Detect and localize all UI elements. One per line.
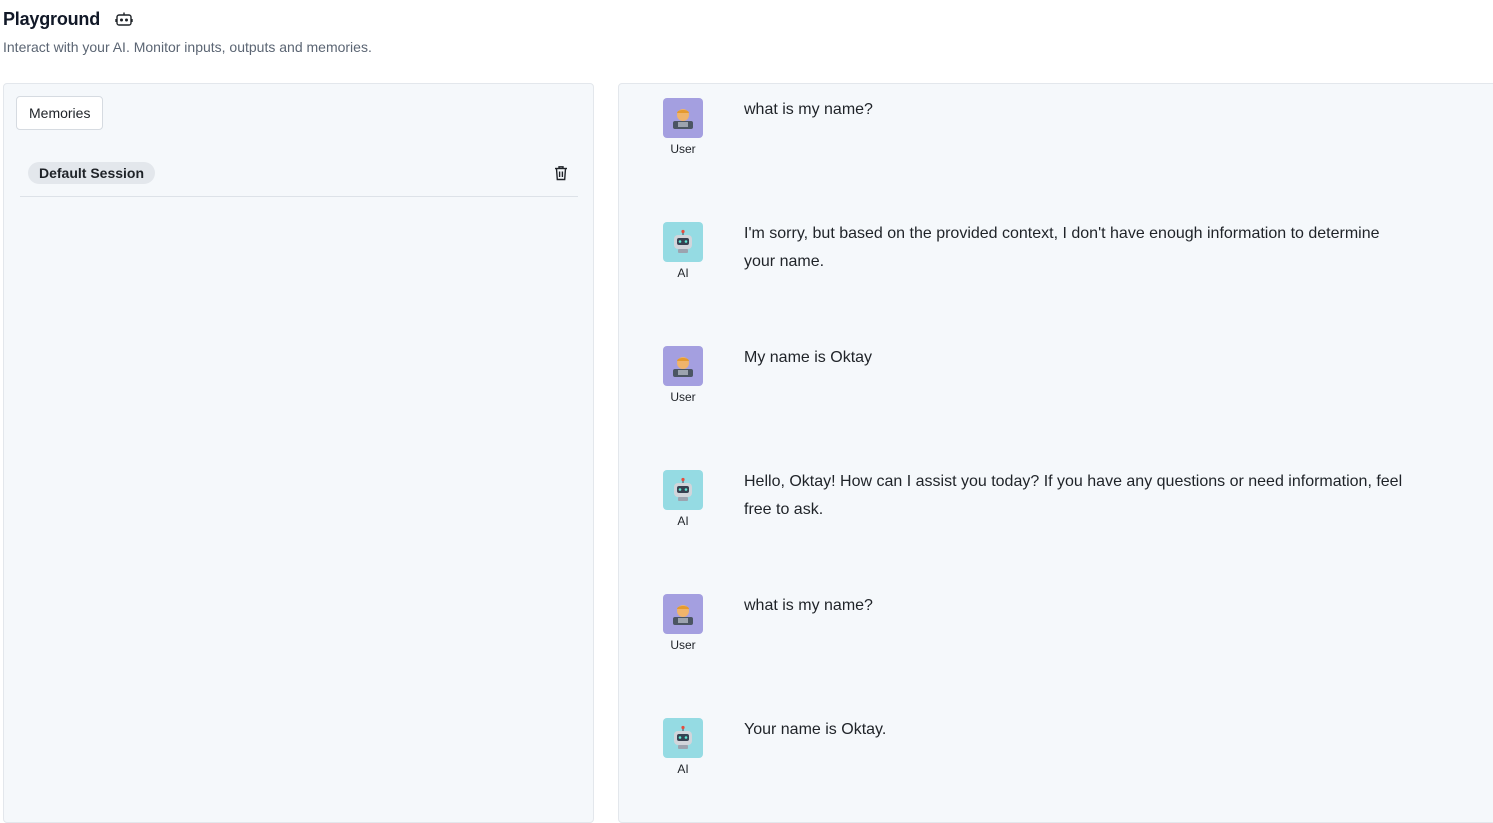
robot-icon bbox=[663, 222, 703, 262]
trash-icon[interactable] bbox=[552, 164, 570, 182]
memories-button[interactable]: Memories bbox=[16, 96, 104, 130]
message-role-label: User bbox=[670, 638, 696, 652]
page-header: Playground Interact with your AI. Monito… bbox=[3, 9, 372, 55]
message-role-label: AI bbox=[677, 266, 689, 280]
message-text: Hello, Oktay! How can I assist you today… bbox=[744, 473, 1403, 518]
robot-icon bbox=[663, 718, 703, 758]
session-item[interactable]: Default Session bbox=[20, 152, 578, 197]
message-role-label: AI bbox=[677, 762, 689, 776]
session-name-badge[interactable]: Default Session bbox=[28, 162, 156, 184]
user-technologist-icon bbox=[663, 346, 703, 386]
user-technologist-icon bbox=[663, 594, 703, 634]
message-role-label: User bbox=[670, 142, 696, 156]
page-title: Playground bbox=[3, 9, 101, 29]
message-role-label: User bbox=[670, 390, 696, 404]
chat-bot-icon bbox=[114, 10, 134, 30]
page-subtitle: Interact with your AI. Monitor inputs, o… bbox=[3, 39, 372, 55]
message-text: My name is Oktay bbox=[744, 349, 873, 366]
message-text: what is my name? bbox=[744, 597, 873, 614]
robot-icon bbox=[663, 470, 703, 510]
message-role-label: AI bbox=[677, 514, 689, 528]
message-text: I'm sorry, but based on the provided con… bbox=[744, 225, 1380, 270]
memories-panel: Memories Default Session bbox=[3, 83, 594, 823]
message-text: Your name is Oktay. bbox=[744, 721, 887, 738]
chat-panel: User what is my name? AI I'm sorry, but … bbox=[618, 83, 1493, 823]
message-text: what is my name? bbox=[744, 101, 873, 118]
user-technologist-icon bbox=[663, 98, 703, 138]
